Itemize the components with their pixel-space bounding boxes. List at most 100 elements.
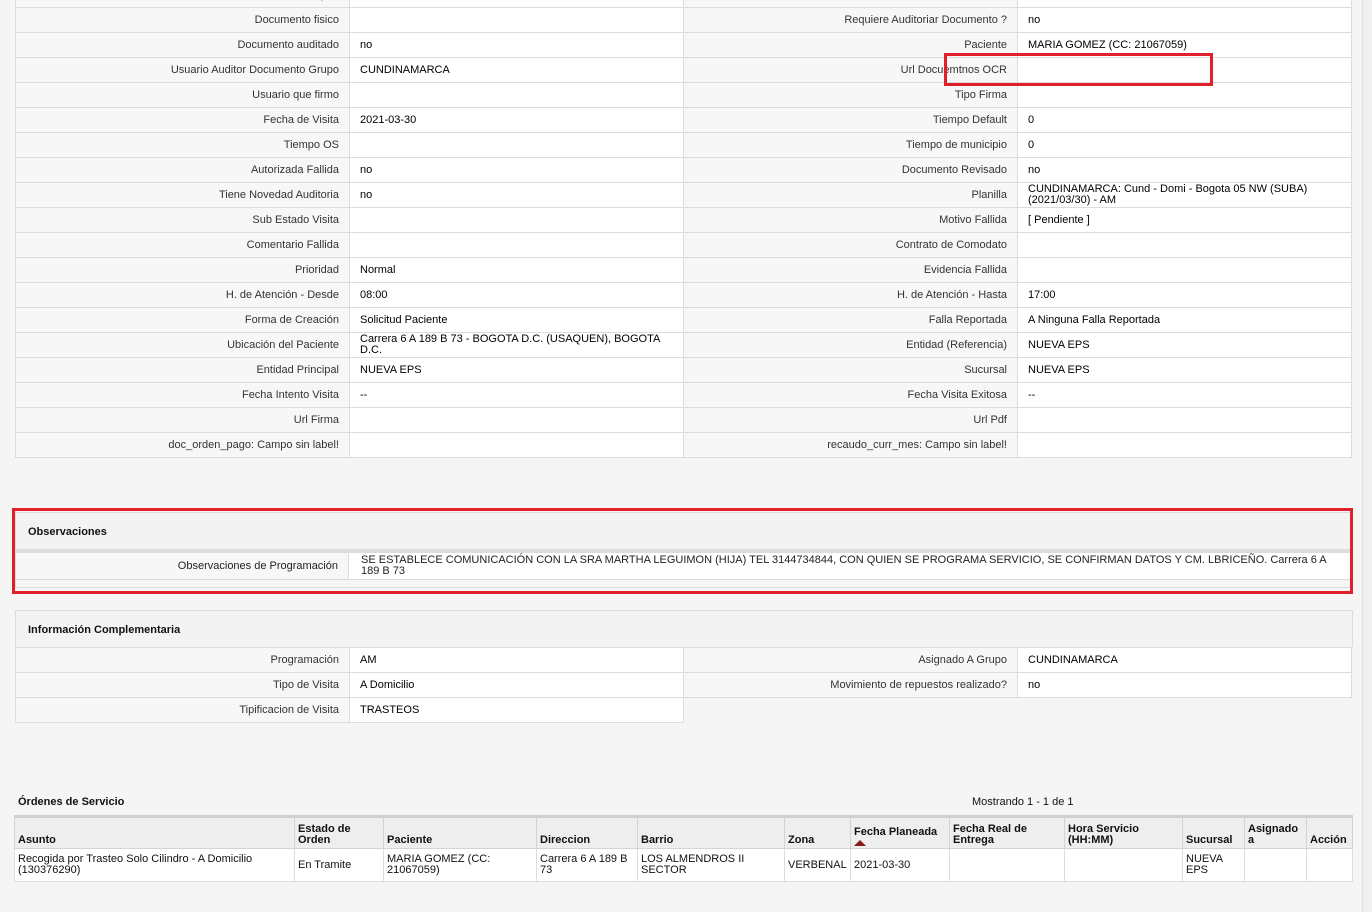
column-header-accion[interactable]: Acción — [1306, 815, 1353, 849]
value-coordenadas-verificadas-en-mapa: no — [349, 0, 684, 8]
label-fecha-de-visita: Fecha de Visita — [15, 107, 350, 133]
empty-cell — [683, 697, 1352, 723]
value-contrato-de-comodato — [1017, 232, 1352, 258]
cell-fecha-planeada: 2021-03-30 — [850, 848, 950, 882]
label-movimiento-de-repuestos-realizado: Movimiento de repuestos realizado? — [683, 672, 1018, 698]
form-row: Prioridad Normal Evidencia Fallida — [15, 257, 1352, 283]
value-requiere-auditoriar-documento: no — [1017, 7, 1352, 33]
column-header-hora-servicio-hh-mm[interactable]: Hora Servicio (HH:MM) — [1064, 815, 1183, 849]
label-forma-de-creacion: Forma de Creación — [15, 307, 350, 333]
vertical-scrollbar[interactable] — [1362, 0, 1372, 912]
value-tiempo-de-municipio: 0 — [1017, 132, 1352, 158]
cell-fecha-real-de-entrega — [949, 848, 1065, 882]
value-usuario-que-firmo — [349, 82, 684, 108]
label-prioridad: Prioridad — [15, 257, 350, 283]
column-header-fecha-planeada[interactable]: Fecha Planeada — [850, 815, 950, 849]
cell-asunto: Recogida por Trasteo Solo Cilindro - A D… — [14, 848, 295, 882]
value-evidencia-fallida — [1017, 257, 1352, 283]
column-header-barrio[interactable]: Barrio — [637, 815, 785, 849]
info-complementaria-section: Información Complementaria — [15, 610, 1353, 647]
value-entidad-principal: NUEVA EPS — [349, 357, 684, 383]
value-no-visita-manual — [1017, 0, 1352, 8]
column-header-asignado-a[interactable]: Asignado a — [1244, 815, 1307, 849]
column-header-paciente[interactable]: Paciente — [383, 815, 537, 849]
column-header-direccion[interactable]: Direccion — [536, 815, 638, 849]
cell-accion — [1306, 848, 1353, 882]
sort-ascending-icon[interactable] — [854, 840, 866, 846]
column-header-fecha-real-de-entrega[interactable]: Fecha Real de Entrega — [949, 815, 1065, 849]
value-h-de-atencion-desde: 08:00 — [349, 282, 684, 308]
cell-sucursal: NUEVA EPS — [1182, 848, 1245, 882]
label-requiere-auditoriar-documento: Requiere Auditoriar Documento ? — [683, 7, 1018, 33]
value-documento-revisado: no — [1017, 157, 1352, 183]
label-evidencia-fallida: Evidencia Fallida — [683, 257, 1018, 283]
value-url-pdf — [1017, 407, 1352, 433]
orders-pagination-info: Mostrando 1 - 1 de 1 — [972, 796, 1074, 808]
label-doc-orden-pago-campo-sin-label: doc_orden_pago: Campo sin label! — [15, 432, 350, 458]
value-fecha-de-visita: 2021-03-30 — [349, 107, 684, 133]
form-row: Entidad Principal NUEVA EPS Sucursal NUEVA … — [15, 357, 1352, 383]
label-paciente: Paciente — [683, 32, 1018, 58]
form-row: Fecha de Visita 2021-03-30 Tiempo Default 0 — [15, 107, 1352, 133]
label-tipo-de-visita: Tipo de Visita — [15, 672, 350, 698]
table-row[interactable]: Recogida por Trasteo Solo Cilindro - A D… — [14, 848, 1353, 882]
column-header-label: Paciente — [387, 834, 433, 846]
label-programacion: Programación — [15, 647, 350, 673]
form-row: Usuario Auditor Documento Grupo CUNDINAMA… — [15, 57, 1352, 83]
label-h-de-atencion-hasta: H. de Atención - Hasta — [683, 282, 1018, 308]
column-header-label: Barrio — [641, 834, 674, 846]
column-header-label: Asignado a — [1248, 823, 1299, 846]
value-url-firma — [349, 407, 684, 433]
value-motivo-fallida: [ Pendiente ] — [1017, 207, 1352, 233]
cell-zona: VERBENAL — [784, 848, 851, 882]
value-forma-de-creacion: Solicitud Paciente — [349, 307, 684, 333]
label-documento-revisado: Documento Revisado — [683, 157, 1018, 183]
label-motivo-fallida: Motivo Fallida — [683, 207, 1018, 233]
column-header-label: Direccion — [540, 834, 591, 846]
value-recaudo-curr-mes-campo-sin-label — [1017, 432, 1352, 458]
value-fecha-intento-visita: -- — [349, 382, 684, 408]
form-row: Forma de Creación Solicitud Paciente Falla… — [15, 307, 1352, 333]
label-tipificacion-de-visita: Tipificacion de Visita — [15, 697, 350, 723]
value-documento-fisico — [349, 7, 684, 33]
value-comentario-fallida — [349, 232, 684, 258]
info-complementaria-table: Programación AM Asignado A Grupo CUNDINAMAR… — [15, 647, 1352, 723]
column-header-label: Asunto — [18, 834, 56, 846]
label-h-de-atencion-desde: H. de Atención - Desde — [15, 282, 350, 308]
value-tipo-firma — [1017, 82, 1352, 108]
cell-estado-de-orden: En Tramite — [294, 848, 384, 882]
value-asignado-a-grupo: CUNDINAMARCA — [1017, 647, 1352, 673]
form-row: Fecha Intento Visita -- Fecha Visita Exito… — [15, 382, 1352, 408]
value-autorizada-fallida: no — [349, 157, 684, 183]
label-recaudo-curr-mes-campo-sin-label: recaudo_curr_mes: Campo sin label! — [683, 432, 1018, 458]
label-tiempo-os: Tiempo OS — [15, 132, 350, 158]
cell-asignado-a — [1244, 848, 1307, 882]
label-asignado-a-grupo: Asignado A Grupo — [683, 647, 1018, 673]
label-url-firma: Url Firma — [15, 407, 350, 433]
cell-hora-servicio-hh-mm — [1064, 848, 1183, 882]
form-row: Documento fisico Requiere Auditoriar Docu… — [15, 7, 1352, 33]
value-paciente: MARIA GOMEZ (CC: 21067059) — [1017, 32, 1352, 58]
column-header-asunto[interactable]: Asunto — [14, 815, 295, 849]
column-header-estado-de-orden[interactable]: Estado de Orden — [294, 815, 384, 849]
orders-title: Órdenes de Servicio — [18, 796, 125, 808]
column-header-zona[interactable]: Zona — [784, 815, 851, 849]
column-header-label: Acción — [1310, 834, 1347, 846]
value-ubicacion-del-paciente: Carrera 6 A 189 B 73 - BOGOTA D.C. (USAQ… — [349, 332, 684, 358]
value-entidad-referencia: NUEVA EPS — [1017, 332, 1352, 358]
label-entidad-referencia: Entidad (Referencia) — [683, 332, 1018, 358]
column-header-sucursal[interactable]: Sucursal — [1182, 815, 1245, 849]
label-entidad-principal: Entidad Principal — [15, 357, 350, 383]
label-planilla: Planilla — [683, 182, 1018, 208]
label-documento-fisico: Documento fisico — [15, 7, 350, 33]
value-tipo-de-visita: A Domicilio — [349, 672, 684, 698]
column-header-label: Fecha Real de Entrega — [953, 823, 1027, 846]
label-autorizada-fallida: Autorizada Fallida — [15, 157, 350, 183]
cell-direccion: Carrera 6 A 189 B 73 — [536, 848, 638, 882]
value-planilla: CUNDINAMARCA: Cund - Domi - Bogota 05 NW… — [1017, 182, 1352, 208]
label-tiene-novedad-auditoria: Tiene Novedad Auditoria — [15, 182, 350, 208]
observaciones-section: Observaciones Observaciones de Programac… — [15, 512, 1353, 588]
observaciones-row: Observaciones de Programación SE ESTABLE… — [16, 552, 1352, 580]
form-row: Comentario Fallida Contrato de Comodato — [15, 232, 1352, 258]
observaciones-title: Observaciones — [16, 513, 1352, 552]
